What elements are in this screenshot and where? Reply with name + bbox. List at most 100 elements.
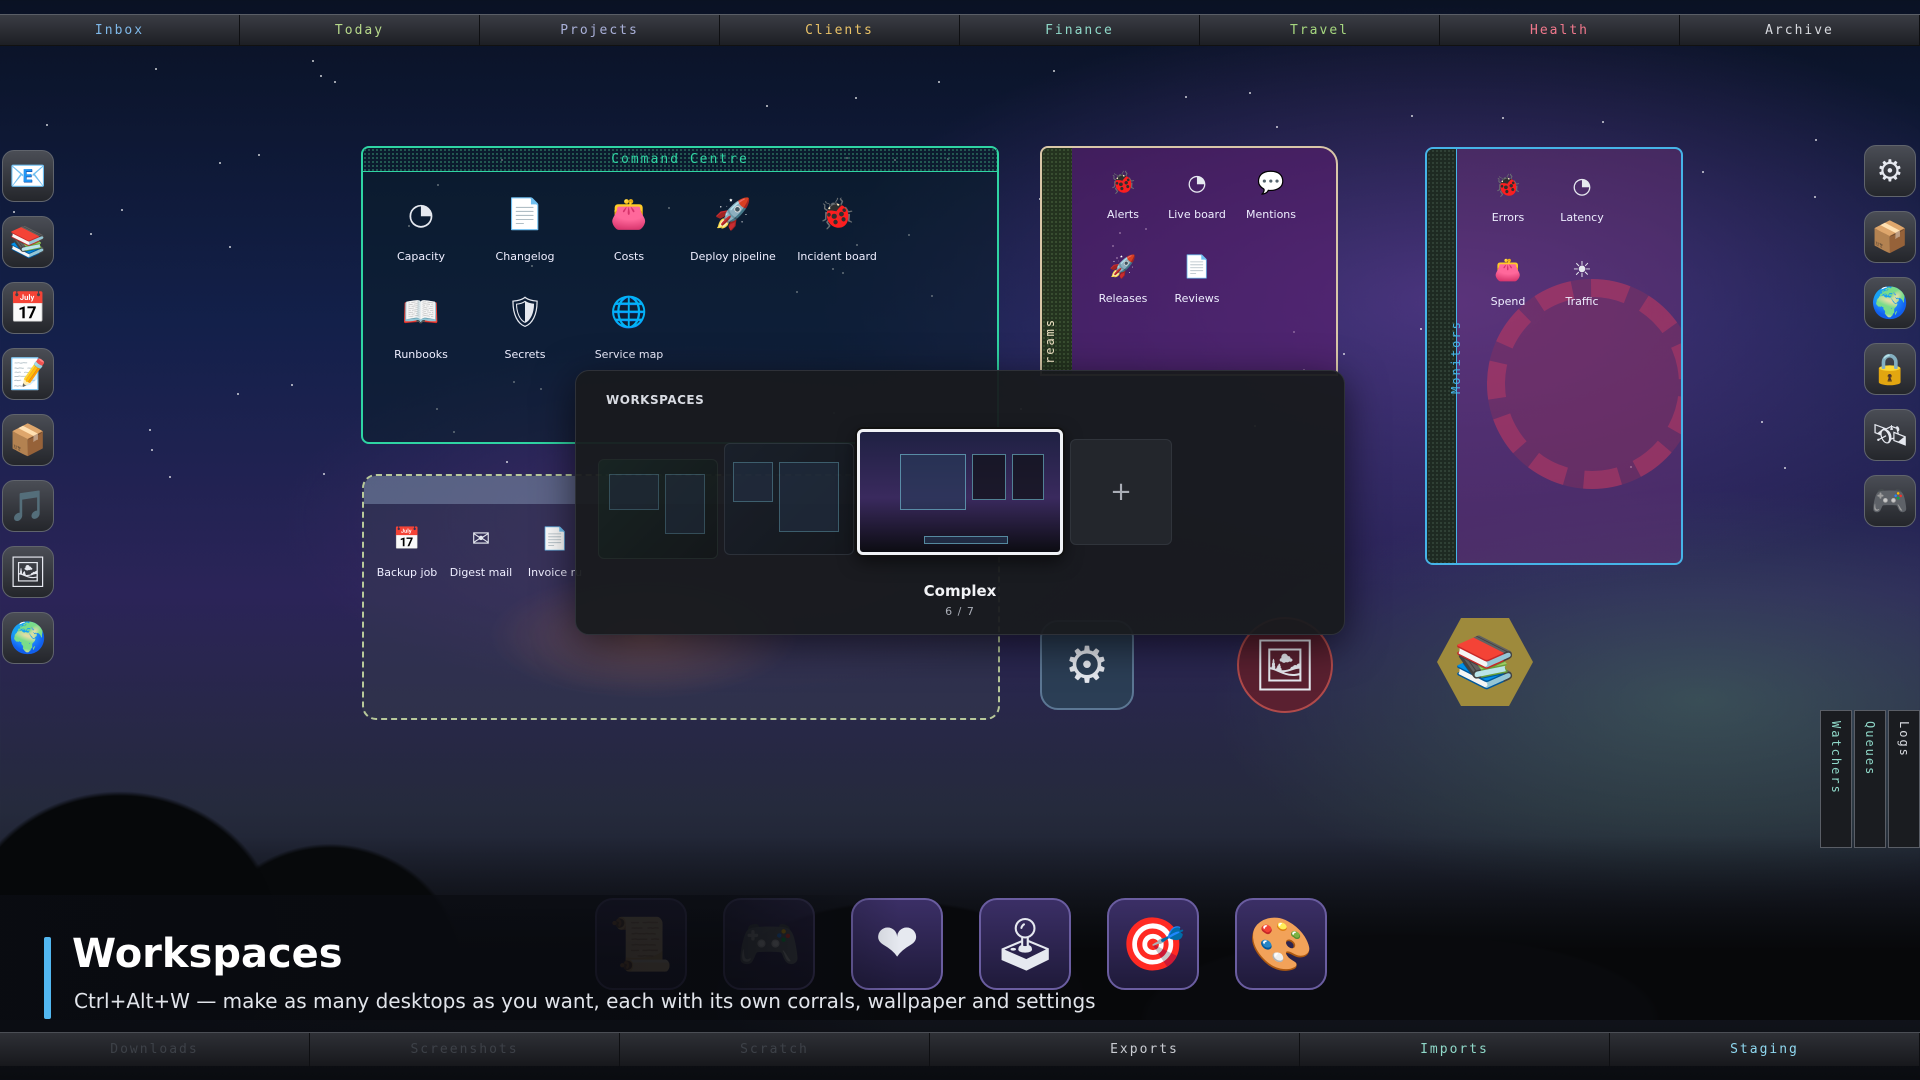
document-icon: 📄 (1183, 254, 1211, 280)
star (1249, 92, 1251, 94)
satellite-icon[interactable]: 🛰 (1864, 409, 1916, 461)
star (229, 246, 231, 248)
shortcut-spend[interactable]: 👛 Spend (1471, 255, 1545, 339)
gamepad-icon[interactable]: 🎮 (1864, 475, 1916, 527)
corral-monitors[interactable]: Monitors 🐞 Errors ◔ Latency 👛 Spend ☀ Traffi… (1425, 147, 1683, 565)
tab-staging[interactable]: Staging (1610, 1033, 1920, 1066)
tab-scratch[interactable]: Scratch (620, 1033, 930, 1066)
shortcut-releases[interactable]: 🚀 Releases (1086, 252, 1160, 336)
shortcut-traffic[interactable]: ☀ Traffic (1545, 255, 1619, 339)
current-workspace-position: 6 / 7 (945, 605, 975, 618)
shortcut-digest-mail[interactable]: ✉ Digest mail (444, 524, 518, 622)
star (1602, 121, 1604, 123)
calendar-icon[interactable]: 📅 (2, 282, 54, 334)
shortcut-reviews[interactable]: 📄 Reviews (1160, 252, 1234, 336)
current-workspace-name: Complex (923, 582, 997, 600)
tab-screenshots[interactable]: Screenshots (310, 1033, 620, 1066)
lock-icon[interactable]: 🔒 (1864, 343, 1916, 395)
star (1053, 70, 1055, 72)
corral-spine[interactable]: reams (1042, 148, 1072, 374)
tab-downloads[interactable]: Downloads (0, 1033, 310, 1066)
shortcut-latency[interactable]: ◔ Latency (1545, 171, 1619, 255)
globe-icon: 🌐 (610, 294, 648, 330)
corral-spine[interactable]: Monitors (1427, 149, 1463, 563)
shortcut-costs[interactable]: 👛 Costs (577, 186, 681, 284)
tab-travel[interactable]: Travel (1200, 15, 1440, 45)
shortcut-alerts[interactable]: 🐞 Alerts (1086, 168, 1160, 252)
shortcut-secrets[interactable]: 🛡 Secrets (473, 284, 577, 382)
tab-watchers[interactable]: Watchers (1820, 710, 1852, 848)
bottom-tab-bar: Downloads Screenshots Scratch Exports Im… (0, 1032, 1920, 1066)
tab-queues[interactable]: Queues (1854, 710, 1886, 848)
picture-icon[interactable]: 🖼 (2, 546, 54, 598)
workspace-thumbnail[interactable] (598, 459, 718, 559)
shortcut-label: Latency (1560, 211, 1604, 224)
caption-accent-bar (44, 937, 51, 1019)
tab-label: Watchers (1829, 721, 1843, 795)
tab-today[interactable]: Today (240, 15, 480, 45)
star (1814, 196, 1816, 198)
star (1411, 115, 1413, 117)
left-dock: 📧 📚 📅 📝 📦 🎵 🖼 🌍 (2, 150, 56, 678)
switcher-title: WORKSPACES (606, 393, 705, 407)
tab-clients[interactable]: Clients (720, 15, 960, 45)
globe-icon[interactable]: 🌍 (2, 612, 54, 664)
tab-finance[interactable]: Finance (960, 15, 1200, 45)
shortcut-label: Live board (1168, 208, 1226, 221)
shortcut-deploy-pipeline[interactable]: 🚀 Deploy pipeline (681, 186, 785, 284)
shortcut-backup-job[interactable]: 📅 Backup job (370, 524, 444, 622)
joystick-icon[interactable]: 🕹 (979, 898, 1071, 990)
notepad-icon[interactable]: 📝 (2, 348, 54, 400)
tab-imports[interactable]: Imports (1300, 1033, 1610, 1066)
star (155, 68, 157, 70)
thumbnail-corral (733, 462, 773, 502)
star (121, 209, 123, 211)
star (90, 233, 92, 235)
workspace-thumbnail-current[interactable] (857, 429, 1063, 555)
wallet-icon: 👛 (1494, 257, 1522, 283)
corral-title[interactable]: Command Centre (363, 148, 997, 172)
thumbnail-corral (900, 454, 966, 510)
star (1502, 117, 1504, 119)
shortcut-label: Invoice ru (527, 566, 583, 579)
tab-logs[interactable]: Logs (1888, 710, 1920, 848)
shortcut-changelog[interactable]: 📄 Changelog (473, 186, 577, 284)
shortcut-live-board[interactable]: ◔ Live board (1160, 168, 1234, 252)
mail-icon[interactable]: 📧 (2, 150, 54, 202)
target-icon[interactable]: 🎯 (1107, 898, 1199, 990)
tab-archive[interactable]: Archive (1680, 15, 1920, 45)
shortcut-label: Secrets (504, 348, 546, 361)
star (312, 60, 314, 62)
book-icon: 📖 (402, 294, 440, 330)
palette-icon[interactable]: 🎨 (1235, 898, 1327, 990)
star (258, 154, 260, 156)
shortcut-runbooks[interactable]: 📖 Runbooks (369, 284, 473, 382)
envelope-icon: ✉ (471, 526, 491, 552)
shortcut-label: Alerts (1107, 208, 1139, 221)
shortcut-incident-board[interactable]: 🐞 Incident board (785, 186, 889, 284)
side-tab-strip: Watchers Queues Logs (1820, 710, 1920, 848)
shortcut-errors[interactable]: 🐞 Errors (1471, 171, 1545, 255)
music-icon[interactable]: 🎵 (2, 480, 54, 532)
shortcut-service-map[interactable]: 🌐 Service map (577, 284, 681, 382)
tab-exports[interactable]: Exports (990, 1033, 1300, 1066)
star (151, 449, 153, 451)
books-icon[interactable]: 📚 (2, 216, 54, 268)
books-icon[interactable]: 📚 (1437, 618, 1533, 706)
gear-icon[interactable]: ⚙ (1864, 145, 1916, 197)
shortcut-label: Reviews (1174, 292, 1220, 305)
package-icon[interactable]: 📦 (2, 414, 54, 466)
star (149, 429, 151, 431)
corral-streams[interactable]: reams 🐞 Alerts ◔ Live board 💬 Mentions 🚀 Rel… (1040, 146, 1338, 376)
tab-projects[interactable]: Projects (480, 15, 720, 45)
workspace-thumbnail[interactable] (724, 443, 854, 555)
package-icon[interactable]: 📦 (1864, 211, 1916, 263)
tab-health[interactable]: Health (1440, 15, 1680, 45)
globe-icon[interactable]: 🌍 (1864, 277, 1916, 329)
tab-inbox[interactable]: Inbox (0, 15, 240, 45)
bug-icon: 🐞 (818, 196, 856, 232)
shortcut-label: Service map (594, 348, 664, 361)
shortcut-mentions[interactable]: 💬 Mentions (1234, 168, 1308, 252)
shortcut-capacity[interactable]: ◔ Capacity (369, 186, 473, 284)
add-workspace-button[interactable]: + (1070, 439, 1172, 545)
